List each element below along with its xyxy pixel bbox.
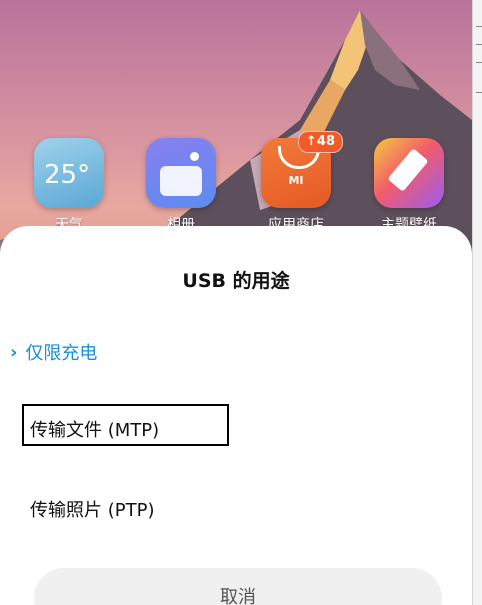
option-transfer-files[interactable]: 传输文件 (MTP)	[30, 416, 159, 442]
gallery-sun-icon	[190, 152, 199, 161]
store-logo-text: MI	[288, 174, 304, 187]
option-transfer-photos[interactable]: 传输照片 (PTP)	[30, 496, 154, 522]
paint-brush-icon	[387, 148, 429, 192]
weather-app-icon[interactable]: 25°	[34, 138, 104, 208]
usb-purpose-dialog: USB 的用途 › 仅限充电 传输文件 (MTP) 传输照片 (PTP) 取消	[0, 226, 472, 605]
chevron-right-icon: ›	[10, 341, 18, 363]
theme-app-icon[interactable]	[374, 138, 444, 208]
option-charge-only[interactable]: › 仅限充电	[10, 339, 97, 365]
window-edge-strip	[472, 0, 482, 605]
option-charge-only-label: 仅限充电	[25, 343, 98, 364]
edge-tick	[476, 26, 482, 27]
update-count-badge: ↑48	[298, 131, 343, 153]
weather-temperature: 25°	[44, 160, 91, 190]
edge-tick	[476, 62, 482, 63]
edge-tick	[476, 44, 482, 45]
cancel-button[interactable]: 取消	[34, 568, 442, 605]
gallery-photo-icon	[160, 166, 202, 196]
gallery-app-icon[interactable]	[146, 138, 216, 208]
edge-tick	[476, 92, 482, 93]
dialog-title: USB 的用途	[182, 270, 290, 292]
